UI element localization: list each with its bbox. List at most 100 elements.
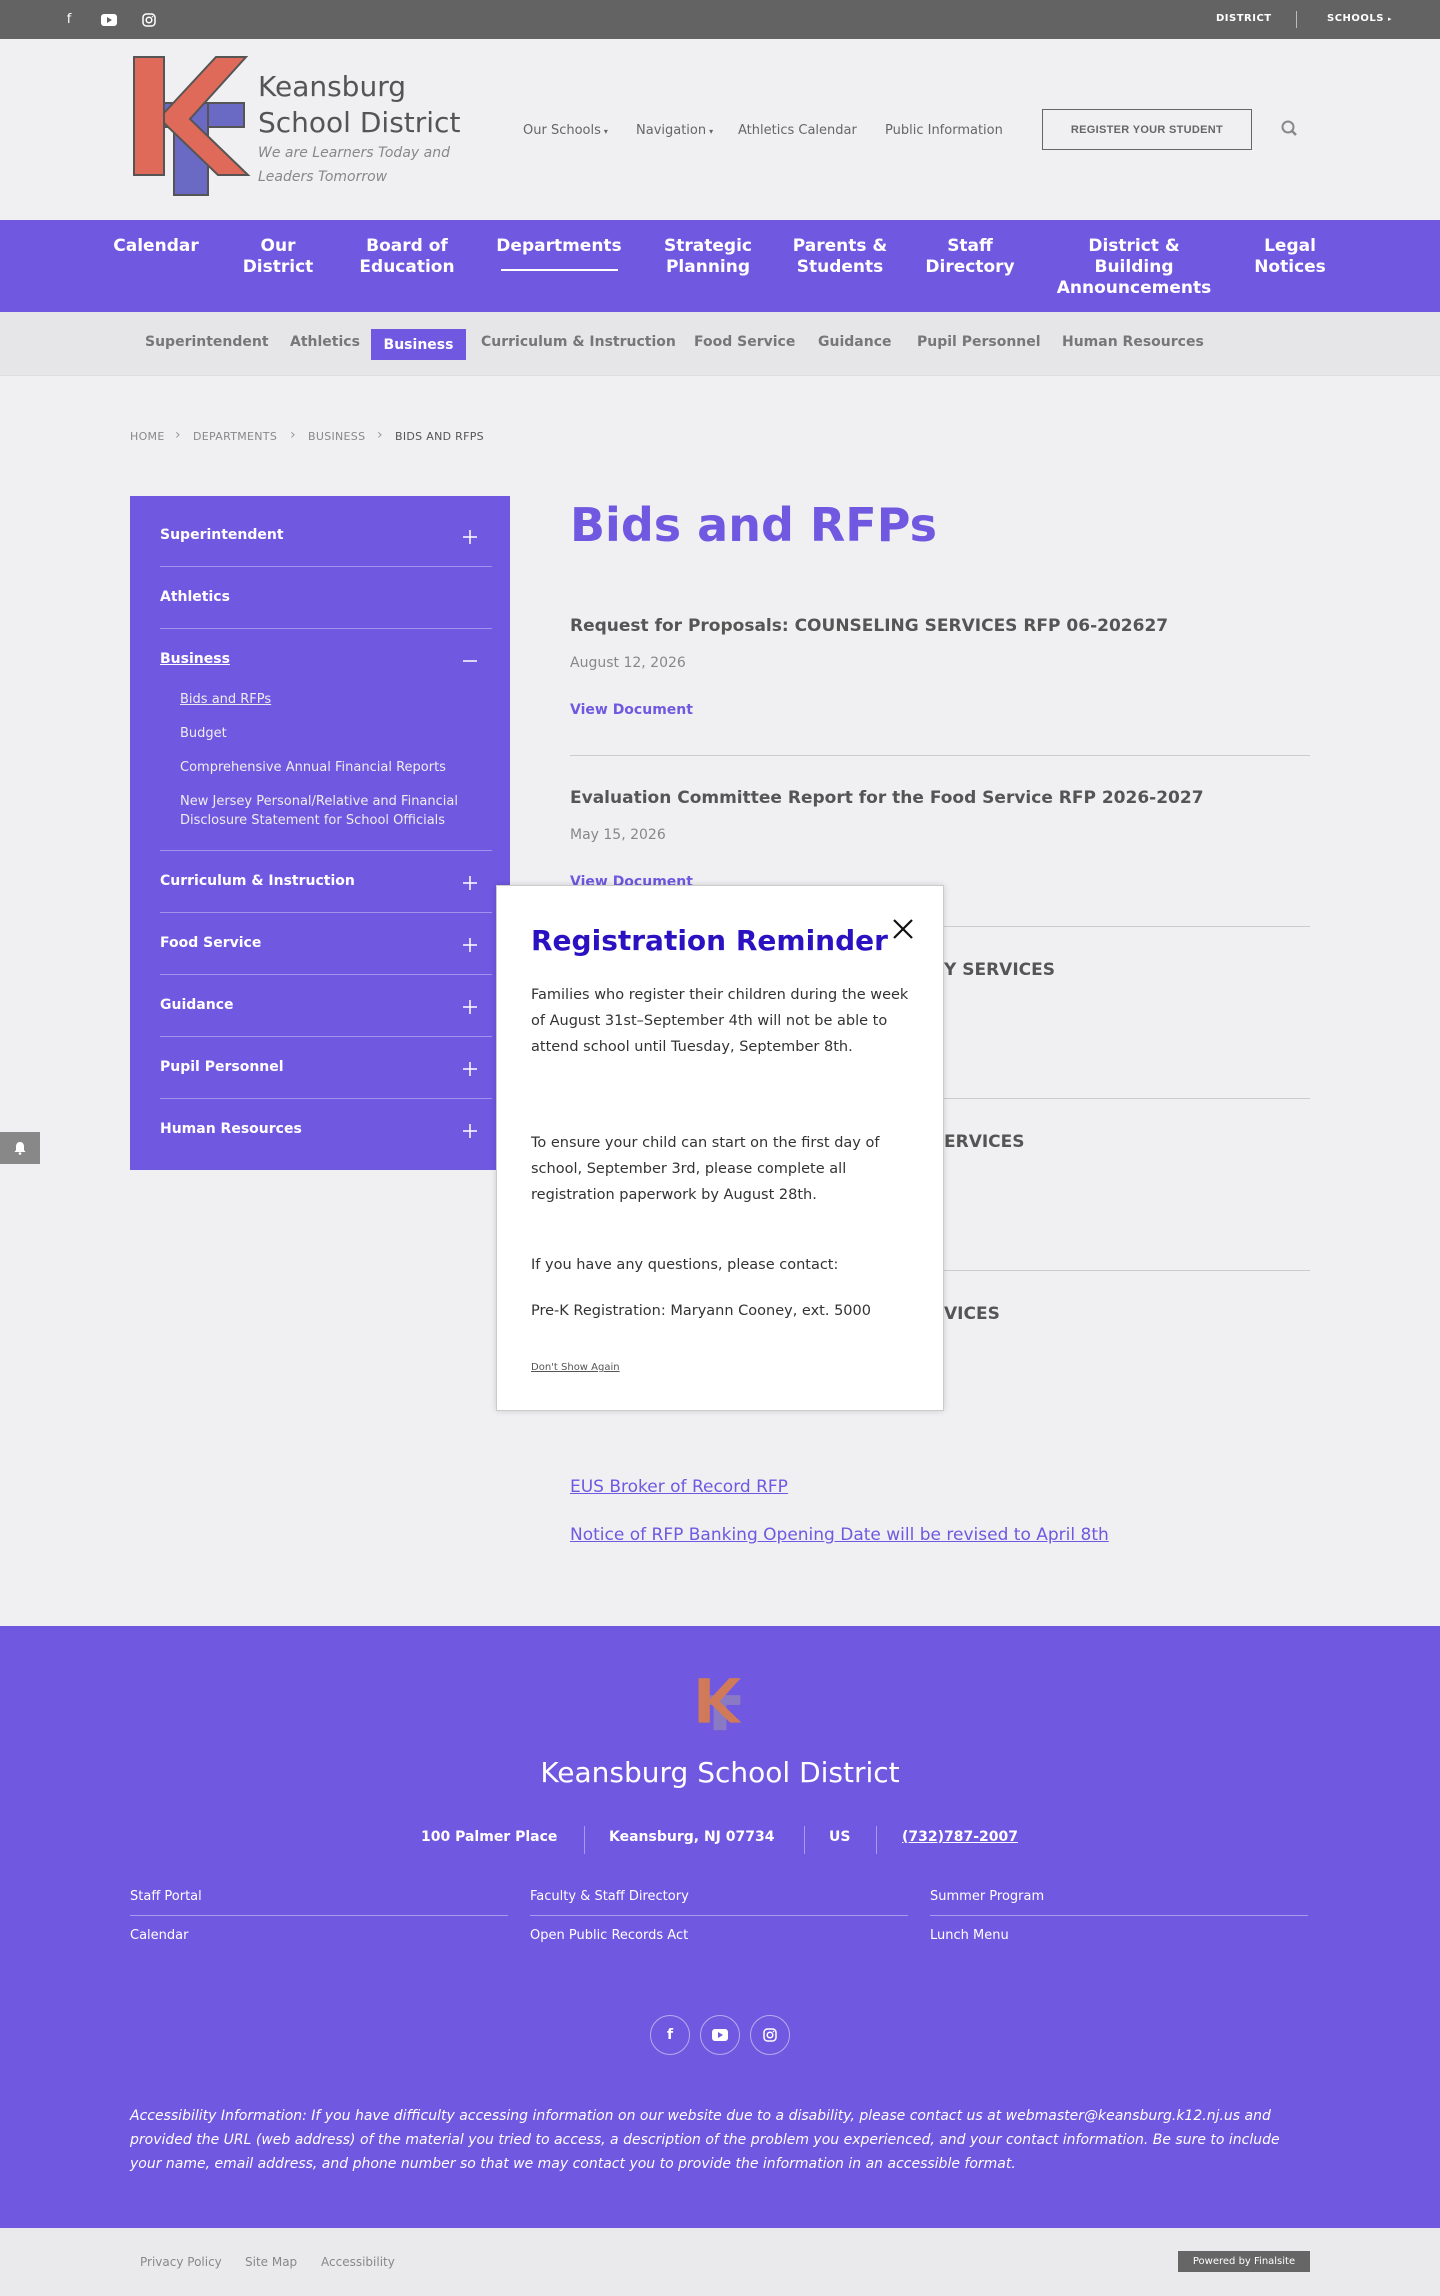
footer-link-opra[interactable]: Open Public Records Act [530, 1928, 688, 1943]
view-document-link[interactable]: View Document [570, 702, 693, 718]
divider [160, 566, 492, 567]
sidenav-food-service[interactable]: Food Service [160, 935, 261, 951]
footer-link-calendar[interactable]: Calendar [130, 1928, 188, 1943]
mainnav-calendar[interactable]: Calendar [110, 236, 202, 257]
sidenav-human-resources[interactable]: Human Resources [160, 1121, 302, 1137]
modal-title: Registration Reminder [531, 924, 888, 957]
subnav-human-resources[interactable]: Human Resources [1062, 334, 1204, 350]
footer-address: 100 Palmer Place [421, 1829, 558, 1845]
mainnav-strategic-planning[interactable]: Strategic Planning [656, 236, 760, 278]
nav-athletics-calendar[interactable]: Athletics Calendar [738, 123, 857, 138]
district-link[interactable]: DISTRICT [1216, 13, 1272, 24]
divider [804, 1826, 805, 1854]
sidenav-sub-disclosure[interactable]: New Jersey Personal/Relative and Financi… [180, 792, 480, 830]
footer-country: US [829, 1829, 851, 1845]
facebook-icon[interactable]: f [650, 2015, 690, 2055]
footer-link-lunch-menu[interactable]: Lunch Menu [930, 1928, 1009, 1943]
site-header: Keansburg School District We are Learner… [0, 39, 1440, 220]
subnav-athletics[interactable]: Athletics [290, 334, 360, 350]
mainnav-our-district[interactable]: Our District [240, 236, 316, 278]
site-map-link[interactable]: Site Map [245, 2255, 297, 2269]
close-icon[interactable] [890, 916, 916, 942]
chevron-right-icon: › [377, 427, 383, 443]
nav-public-information[interactable]: Public Information [885, 123, 1003, 138]
plus-icon[interactable] [462, 529, 478, 545]
powered-by-badge[interactable]: Powered by Finalsite [1178, 2251, 1310, 2272]
divider [530, 1915, 908, 1916]
accessibility-link[interactable]: Accessibility [321, 2255, 395, 2269]
footer-link-summer-program[interactable]: Summer Program [930, 1889, 1044, 1904]
sidenav-curriculum[interactable]: Curriculum & Instruction [160, 873, 355, 889]
registration-reminder-modal: Registration Reminder Families who regis… [496, 885, 944, 1411]
instagram-icon[interactable] [140, 11, 158, 29]
modal-paragraph: If you have any questions, please contac… [531, 1257, 839, 1273]
plus-icon[interactable] [462, 999, 478, 1015]
district-logo[interactable] [130, 53, 252, 198]
plus-icon[interactable] [462, 1061, 478, 1077]
plus-icon[interactable] [462, 937, 478, 953]
footer-link-directory[interactable]: Faculty & Staff Directory [530, 1889, 689, 1904]
subnav-superintendent[interactable]: Superintendent [145, 334, 269, 350]
breadcrumb-business[interactable]: BUSINESS [308, 430, 365, 443]
sidenav-guidance[interactable]: Guidance [160, 997, 234, 1013]
footer-link-staff-portal[interactable]: Staff Portal [130, 1889, 202, 1904]
bid-title: Request for Proposals: COUNSELING SERVIC… [570, 616, 1169, 636]
sidenav-superintendent[interactable]: Superintendent [160, 527, 284, 543]
sidenav-pupil-personnel[interactable]: Pupil Personnel [160, 1059, 284, 1075]
department-subnav: Superintendent Athletics Business Curric… [0, 312, 1440, 376]
subnav-pupil-personnel[interactable]: Pupil Personnel [917, 334, 1041, 350]
youtube-icon[interactable] [700, 2015, 740, 2055]
facebook-icon[interactable]: f [60, 11, 78, 29]
dont-show-again-link[interactable]: Don't Show Again [531, 1362, 620, 1373]
nav-our-schools[interactable]: Our Schools ▾ [523, 123, 608, 138]
minus-icon[interactable] [462, 653, 478, 669]
banking-notice-link[interactable]: Notice of RFP Banking Opening Date will … [570, 1525, 1109, 1545]
divider [160, 850, 492, 851]
privacy-policy-link[interactable]: Privacy Policy [140, 2255, 222, 2269]
sidenav-business[interactable]: Business [160, 651, 230, 667]
footer-site-name: Keansburg School District [540, 1756, 900, 1789]
divider [584, 1826, 585, 1854]
subnav-guidance[interactable]: Guidance [818, 334, 892, 350]
register-student-button[interactable]: REGISTER YOUR STUDENT [1042, 109, 1252, 150]
sidenav-athletics[interactable]: Athletics [160, 589, 230, 605]
mainnav-announcements[interactable]: District & Building Announcements [1048, 236, 1220, 299]
schools-dropdown[interactable]: SCHOOLS ▸ [1327, 13, 1392, 24]
mainnav-board-of-education[interactable]: Board of Education [350, 236, 464, 278]
divider [876, 1826, 877, 1854]
breadcrumb-departments[interactable]: DEPARTMENTS [193, 430, 277, 443]
mainnav-legal-notices[interactable]: Legal Notices [1240, 236, 1340, 278]
divider [130, 1915, 508, 1916]
bottom-bar: Privacy Policy Site Map Accessibility Po… [0, 2228, 1440, 2296]
sidenav-sub-cafr[interactable]: Comprehensive Annual Financial Reports [180, 758, 480, 777]
sidenav-sub-budget[interactable]: Budget [180, 724, 480, 743]
footer-phone-link[interactable]: (732)787-2007 [902, 1829, 1018, 1845]
site-name[interactable]: Keansburg School District [258, 69, 488, 141]
site-footer: Keansburg School District 100 Palmer Pla… [0, 1626, 1440, 2228]
broker-rfp-link[interactable]: EUS Broker of Record RFP [570, 1477, 788, 1497]
youtube-icon[interactable] [100, 11, 118, 29]
chevron-right-icon: › [175, 427, 181, 443]
divider [160, 1036, 492, 1037]
divider [160, 912, 492, 913]
instagram-icon[interactable] [750, 2015, 790, 2055]
notification-tab[interactable] [0, 1132, 40, 1164]
nav-navigation[interactable]: Navigation ▾ [636, 123, 713, 138]
subnav-curriculum[interactable]: Curriculum & Instruction [481, 334, 676, 350]
page-title: Bids and RFPs [570, 498, 938, 552]
mainnav-parents-students[interactable]: Parents & Students [792, 236, 888, 278]
footer-logo[interactable] [697, 1676, 743, 1732]
sidenav-sub-bids-rfps[interactable]: Bids and RFPs [180, 690, 480, 709]
main-navigation: Calendar Our District Board of Education… [0, 220, 1440, 312]
breadcrumb-home[interactable]: HOME [130, 430, 165, 443]
mainnav-departments[interactable]: Departments [492, 236, 626, 257]
subnav-food-service[interactable]: Food Service [694, 334, 795, 350]
plus-icon[interactable] [462, 1123, 478, 1139]
chevron-right-icon: › [290, 427, 296, 443]
section-sidenav: Superintendent Athletics Business Bids a… [130, 496, 510, 1170]
plus-icon[interactable] [462, 875, 478, 891]
subnav-business[interactable]: Business [371, 329, 466, 360]
search-icon[interactable] [1280, 119, 1300, 139]
accessibility-statement: Accessibility Information: If you have d… [130, 2108, 1280, 2172]
mainnav-staff-directory[interactable]: Staff Directory [920, 236, 1020, 278]
